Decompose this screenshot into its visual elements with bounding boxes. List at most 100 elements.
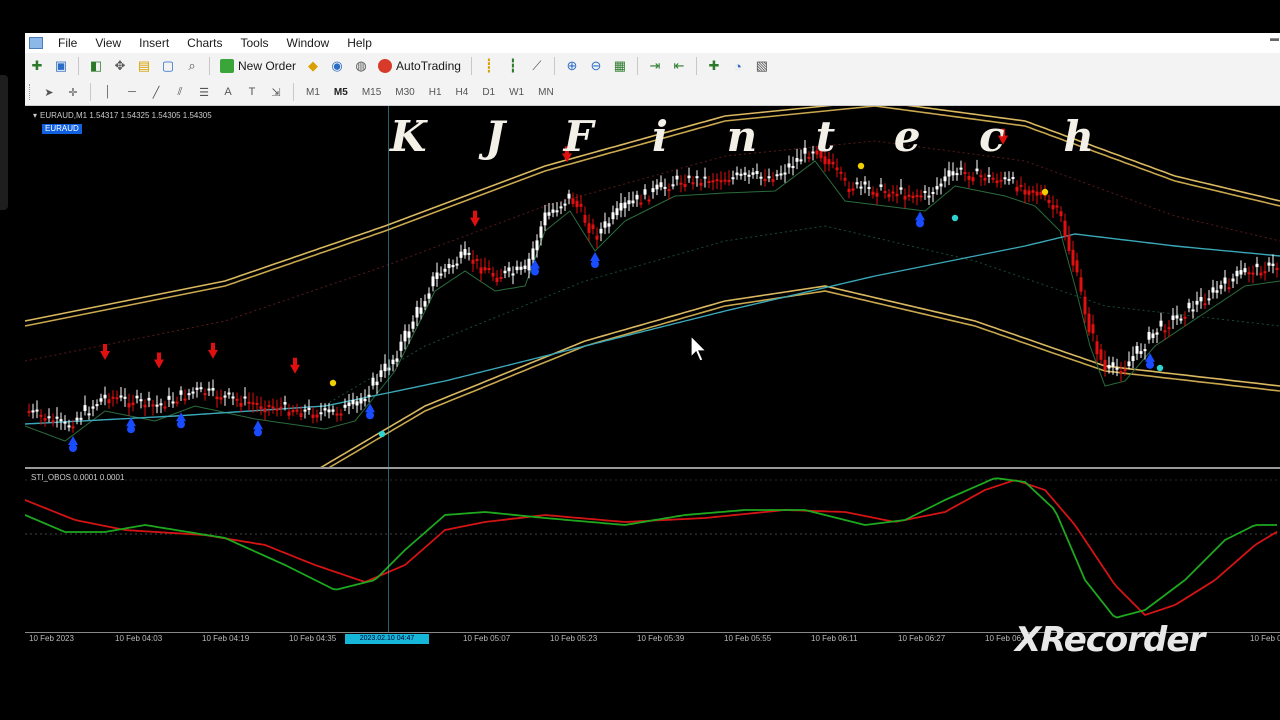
text-tool-icon[interactable]: A xyxy=(218,82,238,102)
candle-body xyxy=(463,249,467,256)
templates-icon[interactable]: ▧ xyxy=(752,56,772,76)
candle-body xyxy=(659,182,663,188)
timeframe-m5[interactable]: M5 xyxy=(327,87,355,98)
candle-body xyxy=(159,403,163,406)
timeframe-m1[interactable]: M1 xyxy=(299,87,327,98)
candle-body xyxy=(251,402,255,405)
new-order-button[interactable]: New Order xyxy=(215,55,301,77)
candle-body xyxy=(1115,367,1119,370)
candle-body xyxy=(511,273,515,276)
candle-body xyxy=(751,172,755,175)
toolbar-separator xyxy=(90,83,91,101)
buy-arrow-icon xyxy=(1145,352,1155,362)
timeframe-m30[interactable]: M30 xyxy=(388,87,421,98)
candle-body xyxy=(719,180,723,183)
auto-scroll-icon[interactable]: ⇥ xyxy=(645,56,665,76)
collapse-triangle-icon: ▾ xyxy=(33,111,38,120)
candlestick-icon[interactable]: ┇ xyxy=(503,56,523,76)
crosshair-tool-icon[interactable]: ✛ xyxy=(63,82,83,102)
menu-help[interactable]: Help xyxy=(338,36,381,50)
menu-file[interactable]: File xyxy=(49,36,86,50)
market-icon[interactable]: ◍ xyxy=(351,56,371,76)
candle-body xyxy=(531,248,535,260)
candle-body xyxy=(939,183,943,187)
candle-body xyxy=(243,396,247,399)
vertical-line-icon[interactable]: │ xyxy=(98,82,118,102)
menu-window[interactable]: Window xyxy=(278,36,339,50)
terminal-icon[interactable]: ▢ xyxy=(158,56,178,76)
timeframe-d1[interactable]: D1 xyxy=(475,87,502,98)
candle-body xyxy=(619,203,623,211)
candle-body xyxy=(835,167,839,171)
trendline-icon[interactable]: ╱ xyxy=(146,82,166,102)
candle-body xyxy=(1163,330,1167,333)
candle-body xyxy=(871,191,875,195)
market-watch-icon[interactable]: ◧ xyxy=(86,56,106,76)
candle-body xyxy=(1095,341,1099,355)
candle-body xyxy=(867,186,871,189)
timeframe-h1[interactable]: H1 xyxy=(422,87,449,98)
profiles-icon[interactable]: ▣ xyxy=(51,56,71,76)
fibonacci-icon[interactable]: ☰ xyxy=(194,82,214,102)
candle-body xyxy=(59,419,63,422)
tile-windows-icon[interactable]: ▦ xyxy=(610,56,630,76)
candle-body xyxy=(231,396,235,399)
arrows-tool-icon[interactable]: ⇲ xyxy=(266,82,286,102)
candle-body xyxy=(223,395,227,398)
metaeditor-icon[interactable]: ◆ xyxy=(303,56,323,76)
candle-body xyxy=(503,270,507,274)
cursor-tool-icon[interactable]: ➤ xyxy=(39,82,59,102)
chart-shift-icon[interactable]: ⇤ xyxy=(669,56,689,76)
candle-body xyxy=(191,391,195,394)
candle-body xyxy=(119,395,123,398)
restore-window-icon[interactable]: ▬ xyxy=(1270,33,1280,51)
candle-body xyxy=(711,180,715,183)
candle-body xyxy=(863,181,867,185)
candle-body xyxy=(451,264,455,268)
symbol-badge: EURAUD xyxy=(42,124,82,134)
menu-view[interactable]: View xyxy=(86,36,130,50)
navigator-icon[interactable]: ✥ xyxy=(110,56,130,76)
candle-body xyxy=(971,177,975,182)
timeframe-mn[interactable]: MN xyxy=(531,87,561,98)
candle-body xyxy=(1083,296,1087,315)
oscillator-chart[interactable] xyxy=(25,470,1280,632)
bar-chart-icon[interactable]: ┋ xyxy=(479,56,499,76)
text-label-icon[interactable]: T xyxy=(242,82,262,102)
menu-tools[interactable]: Tools xyxy=(232,36,278,50)
candle-body xyxy=(579,203,583,207)
candle-body xyxy=(247,401,251,404)
candle-body xyxy=(631,200,635,204)
mouse-cursor-icon xyxy=(690,335,708,362)
candle-body xyxy=(567,193,571,199)
candle-body xyxy=(299,413,303,418)
candle-body xyxy=(147,397,151,401)
horizontal-line-icon[interactable]: ─ xyxy=(122,82,142,102)
candle-body xyxy=(731,177,735,180)
candle-body xyxy=(1171,315,1175,320)
autotrading-button[interactable]: AutoTrading xyxy=(373,55,466,77)
zoom-out-icon[interactable]: ⊖ xyxy=(586,56,606,76)
timeframe-m15[interactable]: M15 xyxy=(355,87,388,98)
menu-insert[interactable]: Insert xyxy=(130,36,178,50)
candle-body xyxy=(963,171,967,174)
timeframe-h4[interactable]: H4 xyxy=(449,87,476,98)
indicators-icon[interactable]: ✚ xyxy=(704,56,724,76)
strategy-tester-icon[interactable]: ⌕ xyxy=(182,56,202,76)
candle-body xyxy=(1059,211,1063,217)
channel-icon[interactable]: ⫽ xyxy=(170,82,190,102)
candle-body xyxy=(563,203,567,206)
periods-icon[interactable]: ◔ xyxy=(728,56,748,76)
candle-body xyxy=(955,173,959,176)
subwindow-divider[interactable] xyxy=(25,467,1280,469)
signal-dot xyxy=(1156,364,1164,372)
zoom-in-icon[interactable]: ⊕ xyxy=(562,56,582,76)
menu-charts[interactable]: Charts xyxy=(178,36,231,50)
data-window-icon[interactable]: ▤ xyxy=(134,56,154,76)
new-chart-icon[interactable]: ✚ xyxy=(27,56,47,76)
candle-body xyxy=(151,404,155,407)
line-chart-icon[interactable]: ⟋ xyxy=(527,56,547,76)
candle-body xyxy=(551,209,555,213)
timeframe-w1[interactable]: W1 xyxy=(502,87,531,98)
signals-icon[interactable]: ◉ xyxy=(327,56,347,76)
